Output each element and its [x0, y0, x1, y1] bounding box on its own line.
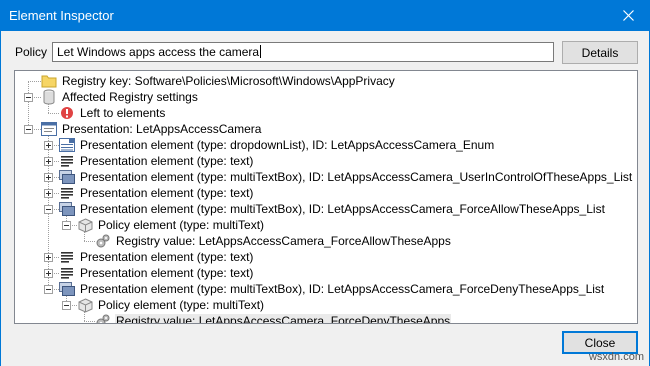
expand-icon[interactable]: [44, 173, 53, 182]
expand-icon[interactable]: [44, 253, 53, 262]
presentation-window-icon: [41, 121, 57, 137]
tree-node[interactable]: Registry value: LetAppsAccessCamera_Forc…: [95, 233, 452, 249]
policy-cube-icon: [77, 297, 93, 313]
details-button[interactable]: Details: [562, 41, 638, 64]
title-bar: Element Inspector: [0, 0, 650, 31]
multitextbox-icon: [59, 169, 75, 185]
window-close-icon[interactable]: [606, 0, 650, 31]
collapse-icon[interactable]: [62, 221, 71, 230]
tree-node-label: Presentation element (type: text): [80, 154, 254, 168]
expand-icon[interactable]: [44, 269, 53, 278]
watermark: wsxdn.com: [588, 351, 644, 363]
tree-node[interactable]: Policy element (type: multiText): [77, 297, 265, 313]
tree-connector: [84, 321, 95, 322]
expand-icon[interactable]: [44, 141, 53, 150]
tree-node-label: Presentation element (type: multiTextBox…: [80, 202, 605, 216]
tree-node-label: Presentation element (type: multiTextBox…: [80, 282, 605, 296]
policy-value: Let Windows apps access the camera: [57, 45, 260, 59]
policy-cube-icon: [77, 217, 93, 233]
tree-node-label: Policy element (type: multiText): [98, 218, 265, 232]
tree-node[interactable]: Presentation element (type: text): [59, 153, 254, 169]
policy-label: Policy: [15, 45, 48, 59]
tree-connector: [28, 81, 29, 129]
text-lines-icon: [59, 249, 75, 265]
tree-node-label: Registry key: Software\Policies\Microsof…: [62, 74, 395, 88]
collapse-icon[interactable]: [24, 93, 33, 102]
tree-node[interactable]: Affected Registry settings: [41, 89, 199, 105]
tree-node-label: Presentation: LetAppsAccessCamera: [62, 122, 262, 136]
tree-node-label: Presentation element (type: text): [80, 266, 254, 280]
dropdown-list-icon: [59, 137, 75, 153]
collapse-icon[interactable]: [62, 301, 71, 310]
tree-node-label: Presentation element (type: text): [80, 250, 254, 264]
tree-node[interactable]: Presentation element (type: multiTextBox…: [59, 281, 605, 297]
collapse-icon[interactable]: [24, 125, 33, 134]
tree-connector: [48, 113, 59, 114]
text-lines-icon: [59, 153, 75, 169]
window-border-left: [0, 31, 1, 366]
tree-node[interactable]: Left to elements: [59, 105, 166, 121]
tree-node[interactable]: Policy element (type: multiText): [77, 217, 265, 233]
tree-node-label: Left to elements: [80, 106, 166, 120]
text-lines-icon: [59, 185, 75, 201]
tree-node[interactable]: Presentation element (type: text): [59, 185, 254, 201]
tree-node-label: Affected Registry settings: [62, 90, 198, 104]
tree-node[interactable]: Presentation: LetAppsAccessCamera: [41, 121, 262, 137]
collapse-icon[interactable]: [44, 285, 53, 294]
window-title: Element Inspector: [9, 8, 114, 23]
tree-node-label: Registry value: LetAppsAccessCamera_Forc…: [116, 234, 451, 248]
registry-gear-icon: [95, 233, 111, 249]
text-caret: [260, 45, 262, 58]
tree-node[interactable]: Presentation element (type: dropdownList…: [59, 137, 495, 153]
registry-cylinder-icon: [41, 89, 57, 105]
tree-connector: [28, 81, 41, 82]
multitextbox-icon: [59, 281, 75, 297]
tree-node-label: Presentation element (type: dropdownList…: [80, 138, 495, 152]
policy-field[interactable]: Let Windows apps access the camera: [52, 42, 554, 62]
collapse-icon[interactable]: [44, 205, 53, 214]
tree-node[interactable]: Presentation element (type: text): [59, 249, 254, 265]
registry-gear-icon: [95, 313, 111, 323]
tree-node[interactable]: Registry key: Software\Policies\Microsof…: [41, 73, 396, 89]
expand-icon[interactable]: [44, 157, 53, 166]
tree-node[interactable]: Presentation element (type: multiTextBox…: [59, 169, 633, 185]
tree-node-label: Presentation element (type: text): [80, 186, 254, 200]
tree-node-label: Registry value: LetAppsAccessCamera_Forc…: [115, 314, 452, 323]
tree-node[interactable]: Registry value: LetAppsAccessCamera_Forc…: [95, 313, 452, 323]
text-lines-icon: [59, 265, 75, 281]
tree-node[interactable]: Presentation element (type: multiTextBox…: [59, 201, 606, 217]
expand-icon[interactable]: [44, 189, 53, 198]
folder-icon: [41, 73, 57, 89]
multitextbox-icon: [59, 201, 75, 217]
tree-node-label: Presentation element (type: multiTextBox…: [80, 170, 633, 184]
error-icon: [59, 105, 75, 121]
tree-node[interactable]: Presentation element (type: text): [59, 265, 254, 281]
tree-connector: [84, 241, 95, 242]
element-tree[interactable]: Registry key: Software\Policies\Microsof…: [14, 70, 638, 324]
tree-node-label: Policy element (type: multiText): [98, 298, 265, 312]
